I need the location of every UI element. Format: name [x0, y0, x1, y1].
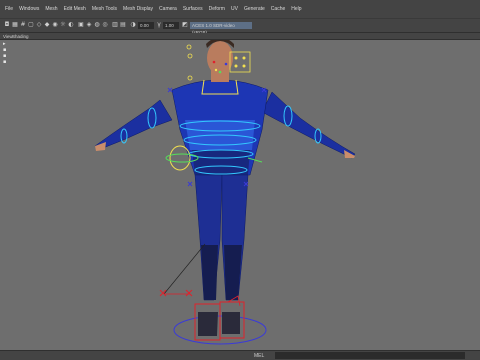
face-control-blue[interactable]	[224, 62, 228, 66]
hip-cross-left[interactable]	[187, 181, 193, 187]
face-control-yellow[interactable]	[214, 68, 218, 72]
color-space-dropdown[interactable]: ACES 1.0 SDR-video (sRGB)	[190, 22, 252, 35]
left-shoe	[198, 312, 218, 336]
mel-label: MEL	[254, 353, 265, 359]
viewport[interactable]: ▸ ▪ ▪ ▪	[0, 40, 480, 350]
face-slider-2[interactable]	[242, 56, 246, 60]
smooth-shade-icon[interactable]: ◆	[44, 22, 50, 28]
menu-deform[interactable]: Deform	[206, 6, 228, 12]
scene-render	[94, 40, 356, 345]
menu-help[interactable]: Help	[288, 6, 304, 12]
wireframe-icon[interactable]: ◇	[36, 22, 42, 28]
face-slider-4[interactable]	[242, 64, 246, 68]
aa-icon[interactable]: ◎	[102, 22, 108, 28]
right-shoe	[222, 312, 240, 334]
face-slider-1[interactable]	[234, 56, 238, 60]
menu-uv[interactable]: UV	[228, 6, 241, 12]
menu-edit-mesh[interactable]: Edit Mesh	[61, 6, 89, 12]
jacket-hem	[192, 150, 250, 175]
ik-switch-control[interactable]	[169, 145, 191, 171]
xray-icon[interactable]: ▣	[78, 22, 84, 28]
menu-mesh-display[interactable]: Mesh Display	[120, 6, 156, 12]
menu-cache[interactable]: Cache	[268, 6, 288, 12]
panel-menu-shading[interactable]: Shading	[12, 33, 29, 40]
menu-mesh-tools[interactable]: Mesh Tools	[89, 6, 120, 12]
clavicle-cross-left[interactable]	[167, 87, 173, 93]
menu-camera[interactable]: Camera	[156, 6, 180, 12]
face-control-green[interactable]	[218, 70, 222, 74]
camera-icon[interactable]: ◘	[4, 22, 10, 28]
menu-windows[interactable]: Windows	[16, 6, 42, 12]
face-slider-3[interactable]	[234, 64, 238, 68]
shadow-icon[interactable]: ◐	[68, 22, 74, 28]
scale-field[interactable]: 1.00	[163, 22, 179, 29]
gamma-icon[interactable]: γ	[156, 22, 162, 28]
motion-blur-icon[interactable]: ▤	[120, 22, 126, 28]
head-aim-control[interactable]	[187, 53, 193, 59]
right-boot-shaft	[224, 245, 242, 300]
dof-icon[interactable]: ▥	[112, 22, 118, 28]
light-icon[interactable]: ☼	[60, 22, 66, 28]
command-line: MEL	[0, 350, 480, 360]
menu-generate[interactable]: Generate	[241, 6, 268, 12]
head	[207, 41, 233, 75]
face-control-red[interactable]	[212, 60, 216, 64]
frame-icon[interactable]: ▢	[28, 22, 34, 28]
panel-toolbar: ◘ ▦ # ▢ ◇ ◆ ◉ ☼ ◐ ▣ ◈ ◍ ◎ ▥ ▤ ◑ 0.00 γ 1…	[0, 19, 480, 35]
ao-icon[interactable]: ◍	[94, 22, 100, 28]
face-control-panel[interactable]	[229, 51, 251, 73]
knee-pole-line	[163, 243, 206, 295]
panel-menu-bar: View Shading	[0, 33, 480, 40]
left-arm	[94, 99, 173, 151]
menu-surfaces[interactable]: Surfaces	[180, 6, 206, 12]
film-icon[interactable]: ▦	[12, 22, 18, 28]
menu-mesh[interactable]: Mesh	[42, 6, 60, 12]
exposure-icon[interactable]: ◑	[130, 22, 136, 28]
eye-target-control[interactable]	[186, 44, 192, 50]
isolate-icon[interactable]: ◈	[86, 22, 92, 28]
color-management-icon[interactable]: ◩	[182, 22, 188, 28]
right-arm	[261, 91, 356, 159]
time-field[interactable]: 0.00	[138, 22, 154, 29]
menu-file[interactable]: File	[2, 6, 16, 12]
jaw-aim-control[interactable]	[187, 75, 193, 81]
texture-icon[interactable]: ◉	[52, 22, 58, 28]
maya-window: File Windows Mesh Edit Mesh Mesh Tools M…	[0, 0, 480, 360]
main-menu-bar: File Windows Mesh Edit Mesh Mesh Tools M…	[0, 0, 480, 19]
command-input[interactable]	[275, 352, 465, 359]
left-boot-shaft	[201, 245, 218, 300]
knee-pole-control-right[interactable]	[185, 289, 193, 297]
grid-icon[interactable]: #	[20, 22, 26, 28]
